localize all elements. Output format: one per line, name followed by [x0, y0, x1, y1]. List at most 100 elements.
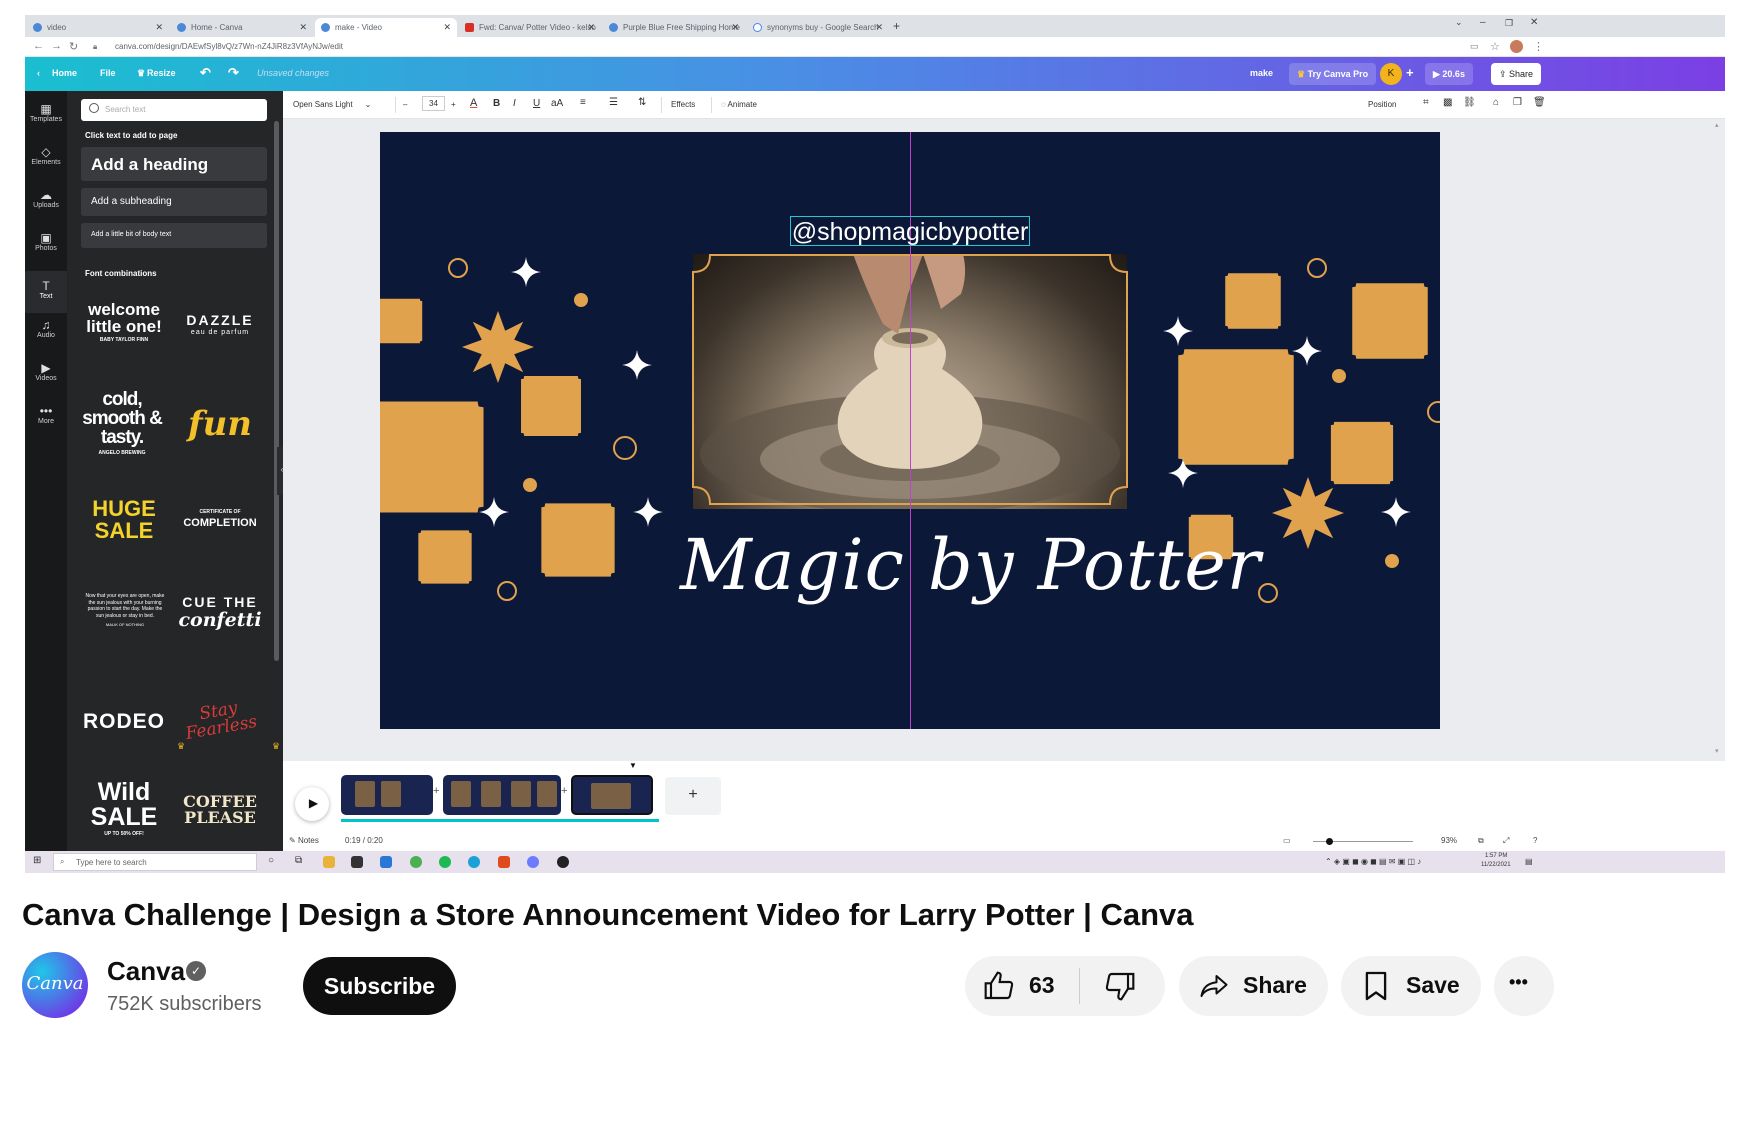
- font-combo-huge-sale[interactable]: HUGE SALE: [79, 498, 169, 542]
- cortana-icon[interactable]: ○: [268, 855, 274, 866]
- font-combo-dazzle[interactable]: DAZZLE eau de parfum: [175, 313, 265, 336]
- list-icon[interactable]: ☰: [609, 97, 618, 108]
- effects-button[interactable]: Effects: [671, 100, 695, 109]
- underline-button[interactable]: U: [533, 98, 540, 109]
- text-search-input[interactable]: Search text: [81, 99, 267, 121]
- rail-item-text[interactable]: T Text: [25, 271, 67, 313]
- obs-icon[interactable]: [557, 856, 569, 868]
- add-collaborator-button[interactable]: +: [1406, 65, 1414, 80]
- font-combo-wild-sale[interactable]: Wild SALE UP TO 50% OFF!: [79, 780, 169, 837]
- notes-button[interactable]: ✎ Notes: [289, 836, 319, 845]
- restore-icon[interactable]: ❐: [1505, 18, 1513, 29]
- position-button[interactable]: Position: [1368, 100, 1396, 109]
- browser-tab[interactable]: Purple Blue Free Shipping Home ✕: [603, 18, 745, 37]
- close-icon[interactable]: ✕: [587, 22, 595, 33]
- back-icon[interactable]: ←: [33, 40, 44, 52]
- user-avatar[interactable]: K: [1380, 63, 1402, 85]
- zoom-level[interactable]: 93%: [1441, 836, 1457, 845]
- chrome-icon[interactable]: [410, 856, 422, 868]
- handle-text[interactable]: @shopmagicbypotter: [790, 218, 1030, 247]
- resize-menu[interactable]: Resize: [147, 68, 176, 78]
- design-title-text[interactable]: Magic by Potter: [680, 524, 1260, 606]
- rail-item-more[interactable]: ••• More: [25, 401, 67, 435]
- redo-icon[interactable]: ↷: [228, 65, 239, 81]
- font-combo-cold-smooth[interactable]: cold, smooth & tasty. ANGELO BREWING: [77, 390, 167, 456]
- page-count-icon[interactable]: ⧉: [1478, 836, 1484, 846]
- playback-progress[interactable]: [341, 819, 659, 822]
- task-view-icon[interactable]: ⧉: [295, 855, 302, 866]
- font-combo-paragraph[interactable]: Now that your eyes are open, make the su…: [83, 593, 167, 627]
- tab-search-icon[interactable]: ⌄: [1455, 17, 1463, 28]
- font-combo-stay-fearless[interactable]: Stay Fearless: [173, 695, 268, 744]
- grid-view-icon[interactable]: ▭: [1283, 836, 1291, 845]
- profile-avatar[interactable]: [1510, 40, 1523, 53]
- channel-avatar[interactable]: Canva: [22, 952, 88, 1018]
- mail-icon[interactable]: [380, 856, 392, 868]
- font-size-increase[interactable]: +: [451, 100, 456, 109]
- subscribe-button[interactable]: Subscribe: [303, 957, 456, 1015]
- spotify-icon[interactable]: [439, 856, 451, 868]
- design-title[interactable]: make: [1250, 68, 1273, 78]
- share-button[interactable]: ⇪ Share: [1491, 63, 1542, 85]
- back-chevron-icon[interactable]: ‹: [37, 68, 40, 78]
- add-page-button[interactable]: +: [665, 777, 721, 815]
- undo-icon[interactable]: ↶: [200, 65, 211, 81]
- font-size-decrease[interactable]: –: [403, 100, 407, 109]
- add-subheading-button[interactable]: Add a subheading: [81, 188, 267, 216]
- close-icon[interactable]: ✕: [443, 22, 451, 33]
- timeline-clip[interactable]: [341, 775, 433, 815]
- try-canva-pro-button[interactable]: ♛ Try Canva Pro: [1289, 63, 1377, 85]
- timeline-clip-selected[interactable]: [571, 775, 653, 815]
- office-icon[interactable]: [498, 856, 510, 868]
- link-icon[interactable]: ⛓: [1463, 97, 1476, 108]
- more-actions-button[interactable]: •••: [1494, 956, 1554, 1016]
- minimize-icon[interactable]: –: [1480, 17, 1486, 28]
- like-button[interactable]: 63: [965, 956, 1079, 1016]
- scroll-up-icon[interactable]: ▴: [1715, 121, 1719, 129]
- browser-tab-active[interactable]: make - Video ✕: [315, 18, 457, 37]
- close-icon[interactable]: ✕: [155, 22, 163, 33]
- font-family-select[interactable]: Open Sans Light ⌄: [293, 100, 371, 109]
- share-video-button[interactable]: Share: [1179, 956, 1328, 1016]
- url-field[interactable]: canva.com/design/DAEwfSyl8vQ/z7Wn-nZ4JiR…: [115, 42, 343, 51]
- dislike-button[interactable]: [1080, 956, 1165, 1016]
- animate-button[interactable]: ◌ Animate: [721, 100, 757, 109]
- play-preview-button[interactable]: ▶ 20.6s: [1425, 63, 1473, 85]
- fullscreen-icon[interactable]: ⤢: [1503, 836, 1509, 846]
- save-video-button[interactable]: Save: [1341, 956, 1481, 1016]
- rail-item-uploads[interactable]: ☁ Uploads: [25, 185, 67, 219]
- letter-case-button[interactable]: aA: [551, 98, 563, 109]
- rail-item-elements[interactable]: ◇ Elements: [25, 142, 67, 176]
- bookmark-star-icon[interactable]: ☆: [1490, 40, 1500, 53]
- zoom-slider-thumb[interactable]: [1326, 838, 1333, 845]
- font-combo-fun[interactable]: fun: [175, 407, 265, 441]
- channel-name[interactable]: Canva: [107, 956, 185, 987]
- store-icon[interactable]: [351, 856, 363, 868]
- font-combo-certificate[interactable]: CERTIFICATE OF COMPLETION: [175, 510, 265, 529]
- rail-item-photos[interactable]: ▣ Photos: [25, 228, 67, 262]
- italic-button[interactable]: I: [513, 98, 516, 109]
- scroll-down-icon[interactable]: ▾: [1715, 747, 1719, 755]
- notification-icon[interactable]: ▤: [1525, 857, 1533, 866]
- browser-tab[interactable]: Home - Canva ✕: [171, 18, 313, 37]
- file-explorer-icon[interactable]: [323, 856, 335, 868]
- timeline-play-button[interactable]: ▶: [295, 787, 329, 821]
- rail-item-audio[interactable]: ♫ Audio: [25, 315, 67, 349]
- text-color-icon[interactable]: A: [470, 97, 477, 109]
- copy-style-icon[interactable]: ⌗: [1423, 97, 1429, 108]
- browser-menu-icon[interactable]: ⋮: [1533, 40, 1544, 53]
- close-icon[interactable]: ✕: [299, 22, 307, 33]
- file-menu[interactable]: File: [100, 68, 116, 78]
- add-body-text-button[interactable]: Add a little bit of body text: [81, 223, 267, 248]
- reload-icon[interactable]: ↻: [69, 40, 78, 53]
- browser-tab[interactable]: Fwd: Canva/ Potter Video - kelso ✕: [459, 18, 601, 37]
- add-heading-button[interactable]: Add a heading: [81, 147, 267, 181]
- rail-item-templates[interactable]: ▦ Templates: [25, 99, 67, 133]
- font-combo-cue-confetti[interactable]: CUE THE confetti: [175, 595, 265, 630]
- window-close-icon[interactable]: ✕: [1530, 17, 1538, 28]
- taskbar-search-input[interactable]: ⌕ Type here to search: [53, 853, 257, 871]
- lock-icon[interactable]: ⌂: [1493, 97, 1499, 108]
- home-button[interactable]: Home: [52, 68, 77, 78]
- browser-tab[interactable]: synonyms buy - Google Search ✕: [747, 18, 889, 37]
- design-canvas[interactable]: @shopmagicbypotter Magic by Potter: [380, 132, 1440, 729]
